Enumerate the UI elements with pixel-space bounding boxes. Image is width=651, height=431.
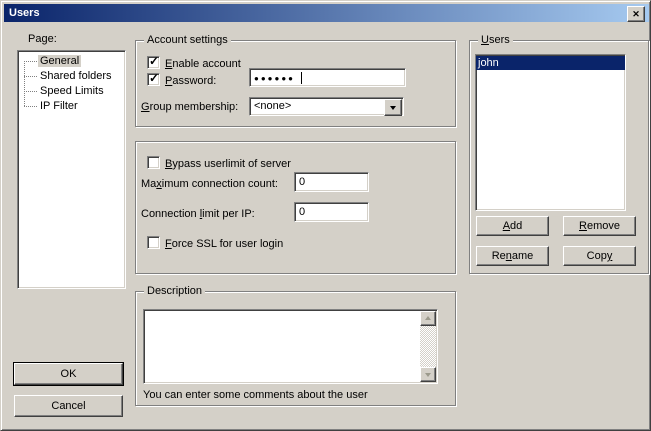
password-input[interactable]: ●●●●●●: [249, 68, 406, 87]
users-group-title: Users: [478, 34, 513, 46]
titlebar[interactable]: Users ✕: [4, 4, 649, 22]
tree-branch-icon: [24, 91, 37, 92]
tree-item-shared-folders[interactable]: Shared folders: [18, 69, 125, 84]
tree-item-speed-limits[interactable]: Speed Limits: [18, 84, 125, 99]
copy-button[interactable]: Copy: [563, 246, 636, 266]
page-label: Page:: [28, 33, 57, 45]
cancel-button-label: Cancel: [51, 400, 85, 412]
window-title: Users: [9, 7, 40, 19]
scroll-up-button[interactable]: [420, 311, 436, 326]
description-textarea[interactable]: [143, 309, 438, 384]
tree-branch-icon: [24, 61, 37, 62]
remove-button-label: Remove: [579, 220, 620, 232]
text-caret: [301, 72, 302, 84]
connection-limit-per-ip-input[interactable]: 0: [294, 202, 369, 222]
rename-button-label: Rename: [492, 250, 534, 262]
remove-button[interactable]: Remove: [563, 216, 636, 236]
tree-item-label[interactable]: Shared folders: [38, 70, 114, 82]
force-ssl-label[interactable]: Force SSL for user login: [165, 238, 283, 250]
password-checkbox[interactable]: [147, 73, 160, 86]
cancel-button[interactable]: Cancel: [14, 395, 123, 417]
connection-limit-per-ip-label: Connection limit per IP:: [141, 208, 255, 220]
tree-item-ip-filter[interactable]: IP Filter: [18, 99, 125, 114]
description-title: Description: [144, 285, 205, 297]
dropdown-button[interactable]: [384, 99, 402, 116]
rename-button[interactable]: Rename: [476, 246, 549, 266]
tree-item-general[interactable]: General: [18, 54, 125, 69]
close-icon: ✕: [632, 10, 640, 19]
tree-branch-icon: [24, 106, 37, 107]
tree-item-label[interactable]: IP Filter: [38, 100, 80, 112]
chevron-down-icon: [390, 106, 396, 113]
tree-branch-icon: [24, 76, 37, 77]
description-hint: You can enter some comments about the us…: [143, 389, 368, 401]
max-connection-count-value: 0: [299, 176, 305, 188]
max-connection-count-label: Maximum connection count:: [141, 178, 278, 190]
scroll-down-button[interactable]: [420, 367, 436, 382]
group-membership-value: <none>: [254, 100, 291, 112]
bypass-userlimit-checkbox[interactable]: [147, 156, 160, 169]
enable-account-label[interactable]: Enable account: [165, 58, 241, 70]
user-list-item[interactable]: john: [476, 56, 625, 70]
group-membership-label: Group membership:: [141, 101, 238, 113]
close-button[interactable]: ✕: [627, 6, 645, 22]
force-ssl-checkbox[interactable]: [147, 236, 160, 249]
copy-button-label: Copy: [587, 250, 613, 262]
enable-account-checkbox[interactable]: [147, 56, 160, 69]
ok-button-label: OK: [61, 368, 77, 380]
ok-button[interactable]: OK: [14, 363, 123, 385]
password-label[interactable]: Password:: [165, 75, 216, 87]
arrow-up-icon: [425, 313, 431, 320]
bypass-userlimit-label[interactable]: Bypass userlimit of server: [165, 158, 291, 170]
group-membership-select[interactable]: <none>: [249, 97, 404, 116]
users-dialog: Users ✕ Page: General Shared folders Spe…: [0, 0, 651, 431]
account-settings-title: Account settings: [144, 34, 231, 46]
page-tree[interactable]: General Shared folders Speed Limits IP F…: [17, 50, 126, 289]
add-button[interactable]: Add: [476, 216, 549, 236]
users-listbox[interactable]: john: [475, 54, 626, 211]
password-masked-value: ●●●●●●: [254, 74, 295, 83]
description-scrollbar[interactable]: [420, 311, 436, 382]
max-connection-count-input[interactable]: 0: [294, 172, 369, 192]
arrow-down-icon: [425, 373, 431, 380]
tree-item-label[interactable]: Speed Limits: [38, 85, 106, 97]
add-button-label: Add: [503, 220, 523, 232]
tree-item-label[interactable]: General: [38, 55, 81, 67]
connection-limit-per-ip-value: 0: [299, 206, 305, 218]
